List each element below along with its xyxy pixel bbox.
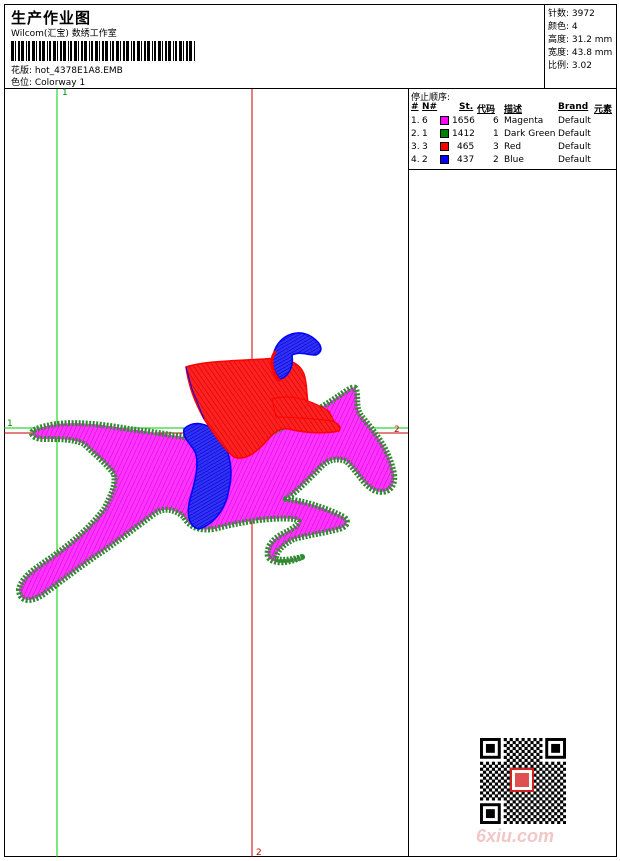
studio-subtitle: Wilcom(汇宝) 数绣工作室: [11, 29, 117, 39]
red-axis-right-label: 2: [394, 425, 400, 435]
legend-header-stitches: St.: [459, 102, 474, 112]
magenta-swatch: [440, 116, 449, 125]
embroidery-preview: [4, 89, 408, 857]
green-axis-left-label: 1: [7, 419, 13, 429]
jockey-arm: [271, 396, 335, 422]
legend-header-desc: 描述: [504, 105, 523, 115]
qr-code-icon: [480, 738, 566, 824]
red-axis-bottom-label: 2: [256, 848, 262, 858]
legend-header-index: #: [411, 102, 419, 112]
page-title: 生产作业图: [11, 9, 92, 27]
color-count: 颜色: 4: [548, 22, 578, 32]
stop-sequence-legend: 停止顺序: # N# St. 代码 描述 Brand 元素 1. 6 1656 …: [408, 89, 617, 170]
design-width: 宽度: 43.8 mm: [548, 48, 613, 58]
legend-header-code: 代码: [477, 105, 496, 115]
site-watermark: 6xiu.com: [476, 826, 555, 846]
blue-swatch: [440, 155, 449, 164]
design-scale: 比例: 3.02: [548, 61, 592, 71]
stitch-count: 针数: 3972: [548, 9, 595, 19]
design-canvas: [4, 89, 408, 857]
legend-header-brand: Brand: [558, 102, 589, 112]
barcode-icon: [11, 41, 195, 61]
header-panel: 生产作业图 Wilcom(汇宝) 数绣工作室 花版: hot_4378E1A8.…: [4, 4, 545, 89]
legend-header-element: 元素: [594, 105, 613, 115]
dark-green-swatch: [440, 129, 449, 138]
colorway-label: 色位: Colorway 1: [11, 78, 86, 88]
design-height: 高度: 31.2 mm: [548, 35, 613, 45]
red-swatch: [440, 142, 449, 151]
green-axis-top-label: 1: [62, 88, 68, 98]
legend-header-n: N#: [422, 102, 438, 112]
